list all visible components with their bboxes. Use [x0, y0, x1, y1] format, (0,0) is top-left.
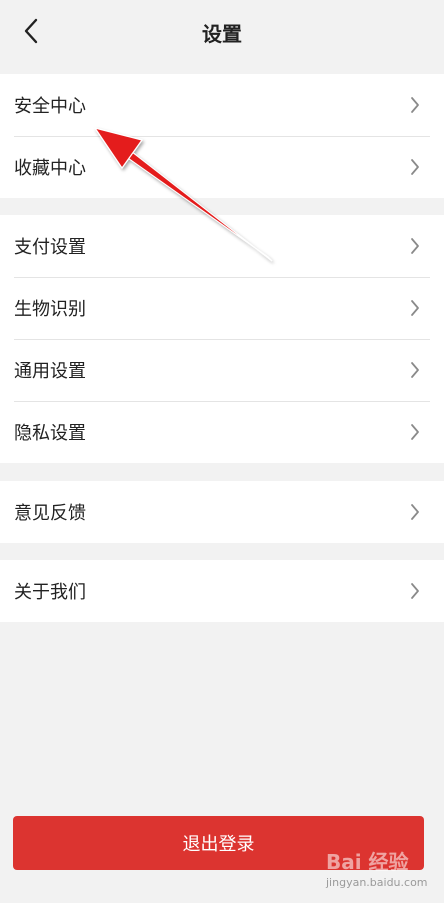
logout-button[interactable]: 退出登录	[13, 816, 424, 870]
menu-item-biometrics[interactable]: 生物识别	[0, 277, 444, 339]
menu-item-label: 隐私设置	[14, 423, 86, 444]
menu-item-favorites-center[interactable]: 收藏中心	[0, 136, 444, 198]
settings-group-general: 支付设置 生物识别 通用设置 隐私设置	[0, 215, 444, 463]
chevron-right-icon	[411, 362, 419, 378]
menu-item-label: 意见反馈	[14, 503, 86, 524]
menu-item-label: 支付设置	[14, 237, 86, 258]
menu-item-label: 收藏中心	[14, 158, 86, 179]
page-title: 设置	[202, 22, 242, 46]
settings-group-feedback: 意见反馈	[0, 481, 444, 543]
settings-group-about: 关于我们	[0, 560, 444, 622]
menu-item-payment-settings[interactable]: 支付设置	[0, 215, 444, 277]
menu-item-label: 通用设置	[14, 361, 86, 382]
chevron-right-icon	[411, 424, 419, 440]
menu-item-label: 安全中心	[14, 96, 86, 117]
top-bar: 设置	[0, 0, 444, 64]
chevron-right-icon	[411, 583, 419, 599]
chevron-right-icon	[411, 300, 419, 316]
watermark-url: jingyan.baidu.com	[326, 876, 428, 889]
settings-group-account: 安全中心 收藏中心	[0, 74, 444, 198]
chevron-right-icon	[411, 504, 419, 520]
menu-item-feedback[interactable]: 意见反馈	[0, 481, 444, 543]
menu-item-label: 关于我们	[14, 582, 86, 603]
chevron-right-icon	[411, 97, 419, 113]
menu-item-privacy-settings[interactable]: 隐私设置	[0, 401, 444, 463]
menu-item-general-settings[interactable]: 通用设置	[0, 339, 444, 401]
menu-item-label: 生物识别	[14, 299, 86, 320]
menu-item-security-center[interactable]: 安全中心	[0, 74, 444, 136]
chevron-right-icon	[411, 238, 419, 254]
chevron-right-icon	[411, 159, 419, 175]
menu-item-about-us[interactable]: 关于我们	[0, 560, 444, 622]
